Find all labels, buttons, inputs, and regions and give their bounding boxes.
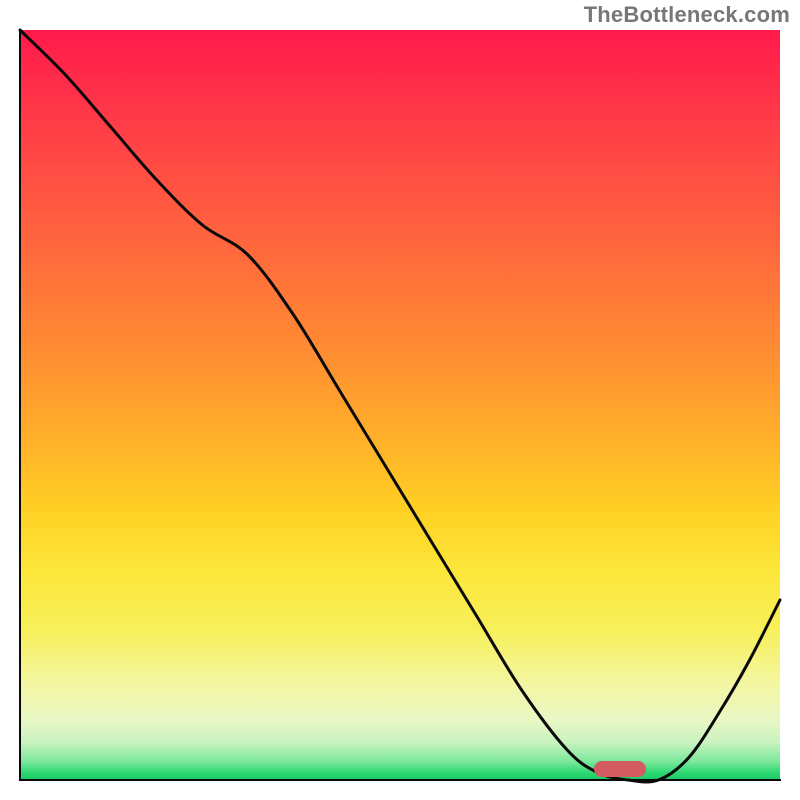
chart-frame: TheBottleneck.com [0, 0, 800, 800]
watermark-text: TheBottleneck.com [584, 2, 790, 28]
optimal-point-marker [594, 761, 646, 777]
plot-area [20, 30, 780, 780]
curve-path [20, 30, 780, 782]
bottleneck-curve [20, 30, 780, 780]
